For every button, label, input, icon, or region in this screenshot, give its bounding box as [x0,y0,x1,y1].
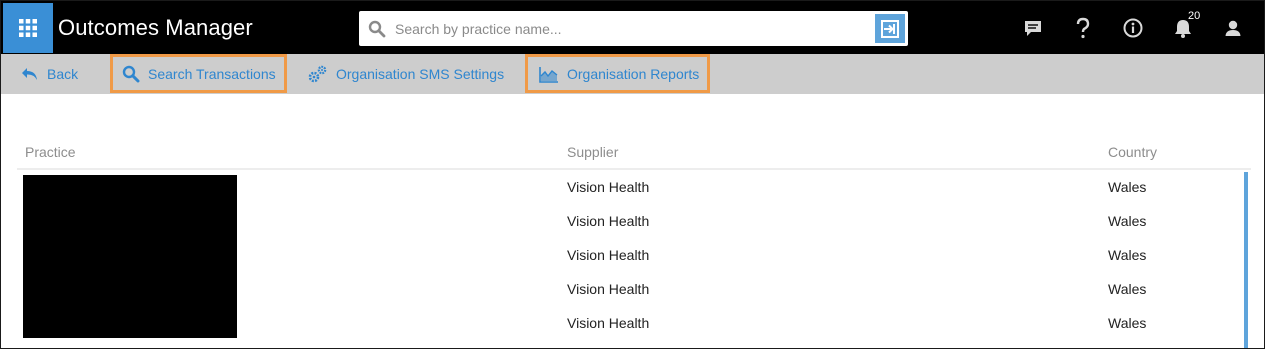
country-cell: Wales [1108,315,1147,331]
supplier-cell: Vision Health [567,247,650,263]
highlight-organisation-reports [525,54,710,93]
app-window: Outcomes Manager Search by practice name… [0,0,1265,349]
menu-grid-button[interactable] [3,3,53,53]
search-submit-button[interactable] [875,14,905,43]
supplier-cell: Vision Health [567,281,650,297]
back-link[interactable]: Back [21,54,78,94]
back-label: Back [47,66,79,82]
chat-icon [1025,21,1041,36]
country-cell: Wales [1108,281,1147,297]
column-header-supplier[interactable]: Supplier [567,144,618,160]
column-header-practice[interactable]: Practice [25,144,76,160]
search-icon [368,20,386,38]
country-cell: Wales [1108,213,1147,229]
chat-button[interactable] [1021,16,1045,40]
menu-grid-icon [19,19,37,37]
supplier-cell: Vision Health [567,179,650,195]
table-scrollbar[interactable] [1244,172,1248,348]
info-icon [1123,18,1143,38]
supplier-cell: Vision Health [567,315,650,331]
column-header-country[interactable]: Country [1108,144,1157,160]
enter-arrow-icon [881,19,899,38]
sms-settings-label: Organisation SMS Settings [336,66,505,82]
help-icon [1076,17,1090,39]
practice-search [359,11,908,46]
info-button[interactable] [1121,16,1145,40]
search-input[interactable] [393,16,867,42]
back-arrow-icon [22,68,37,80]
table-header: Practice Supplier Country [17,134,1251,170]
country-cell: Wales [1108,247,1147,263]
country-cell: Wales [1108,179,1147,195]
app-title: Outcomes Manager [58,15,253,40]
redacted-practice-names [23,175,237,338]
notification-count-badge: 20 [1188,10,1201,22]
user-menu-button[interactable] [1221,16,1245,40]
sms-settings-link[interactable]: Organisation SMS Settings [308,54,504,94]
user-icon [1225,20,1241,36]
highlight-search-transactions [110,54,287,93]
help-button[interactable] [1071,16,1095,40]
gears-icon [308,65,327,83]
top-bar: Outcomes Manager Search by practice name… [1,1,1264,54]
supplier-cell: Vision Health [567,213,650,229]
